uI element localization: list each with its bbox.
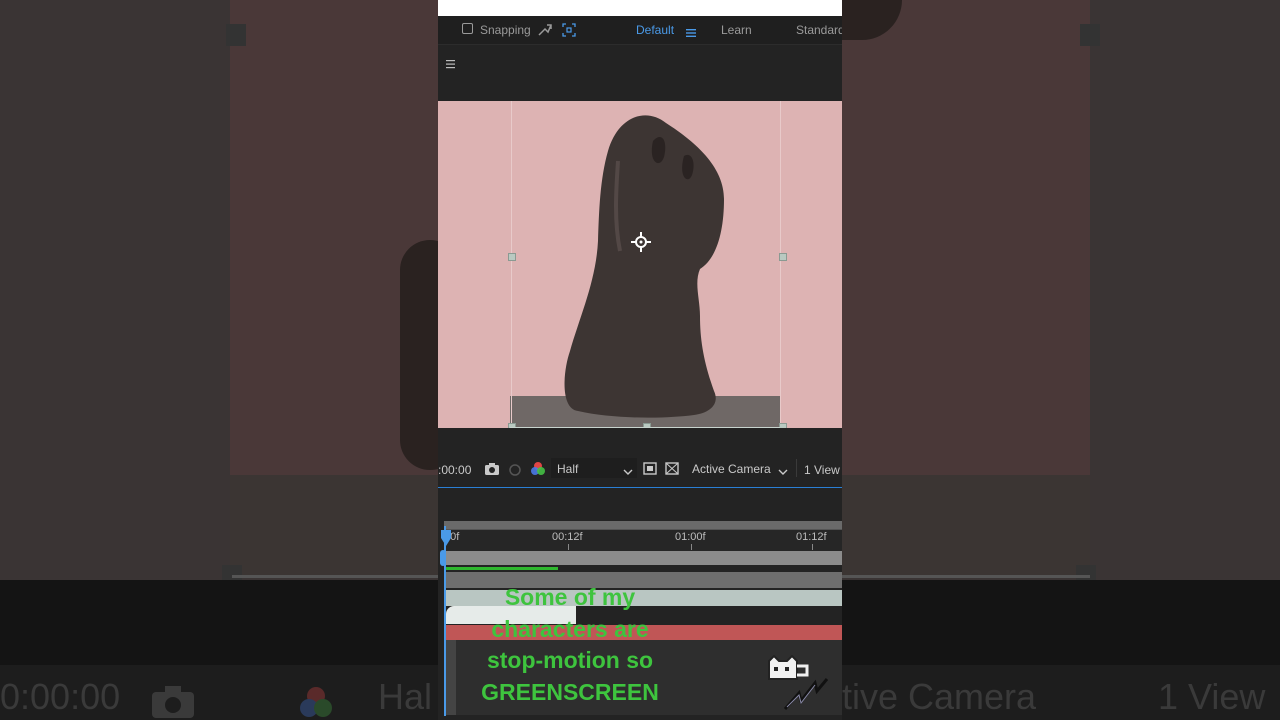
workspace-default[interactable]: Default <box>636 23 674 37</box>
bg-camera-text: tive Camera <box>842 676 1037 717</box>
chevron-down-icon <box>778 463 788 481</box>
layer-bounds <box>511 101 781 428</box>
cat-mug-logo-icon <box>765 654 831 718</box>
caption-overlay: Some of my characters are stop-motion so… <box>446 582 694 708</box>
snap-expand-icon[interactable] <box>538 23 552 42</box>
camera-value: Active Camera <box>692 462 771 476</box>
current-timecode[interactable]: :00:00 <box>438 463 471 477</box>
caption-line: characters are <box>491 615 649 642</box>
resolution-dropdown[interactable]: Half <box>551 458 637 478</box>
snapping-checkbox[interactable] <box>462 23 473 34</box>
ruler-label: 00:12f <box>552 531 583 543</box>
time-ruler[interactable] <box>444 529 842 551</box>
ruler-label: 01:00f <box>675 531 706 543</box>
composition-viewer[interactable] <box>438 101 842 428</box>
workspace-menu-icon[interactable] <box>686 25 696 43</box>
timeline-header <box>438 488 842 520</box>
caption-line: GREENSCREEN <box>481 678 659 705</box>
snapping-label: Snapping <box>480 23 531 37</box>
playhead-bottom-handle[interactable] <box>440 550 446 566</box>
views-dropdown[interactable]: 1 View <box>804 463 840 477</box>
region-of-interest-icon[interactable] <box>643 462 657 480</box>
composition-panel-header <box>438 45 842 101</box>
panel-menu-icon[interactable] <box>446 56 456 74</box>
caption-line: Some of my <box>504 584 636 610</box>
transform-handle[interactable] <box>508 253 516 261</box>
anchor-point-icon[interactable] <box>631 232 651 257</box>
show-snapshot-icon[interactable] <box>508 463 522 482</box>
top-white-strip <box>438 0 842 16</box>
bg-view-text: 1 View <box>1158 676 1266 717</box>
ruler-label: 01:12f <box>796 531 827 543</box>
transform-handle[interactable] <box>779 253 787 261</box>
cache-bar <box>444 551 842 565</box>
color-channels-icon[interactable] <box>530 461 546 482</box>
workspace-learn[interactable]: Learn <box>721 23 752 37</box>
resolution-value: Half <box>557 462 579 476</box>
bg-resolution-text: Hal <box>378 676 433 717</box>
transparency-grid-icon[interactable] <box>665 462 679 480</box>
bg-handle <box>226 24 246 46</box>
toolbar: Snapping Default Learn Standard <box>438 16 842 45</box>
playhead-icon[interactable] <box>441 530 451 551</box>
snapshot-camera-icon[interactable] <box>484 462 500 481</box>
workspace-standard[interactable]: Standard <box>796 23 842 37</box>
bg-camera-icon <box>150 684 196 720</box>
bg-color-icon <box>296 684 336 720</box>
camera-dropdown[interactable]: Active Camera <box>686 458 792 478</box>
bg-handle <box>1080 24 1100 46</box>
work-area-bar[interactable] <box>444 521 842 529</box>
caption-line: stop-motion so <box>486 647 654 673</box>
bg-timecode: 0:00:00 <box>0 676 121 717</box>
snap-target-icon[interactable] <box>562 23 576 42</box>
render-cache-indicator <box>444 567 558 570</box>
chevron-down-icon <box>623 463 633 481</box>
divider <box>796 459 797 477</box>
viewer-controls: :00:00 Half Active Camera 1 View <box>438 428 842 486</box>
